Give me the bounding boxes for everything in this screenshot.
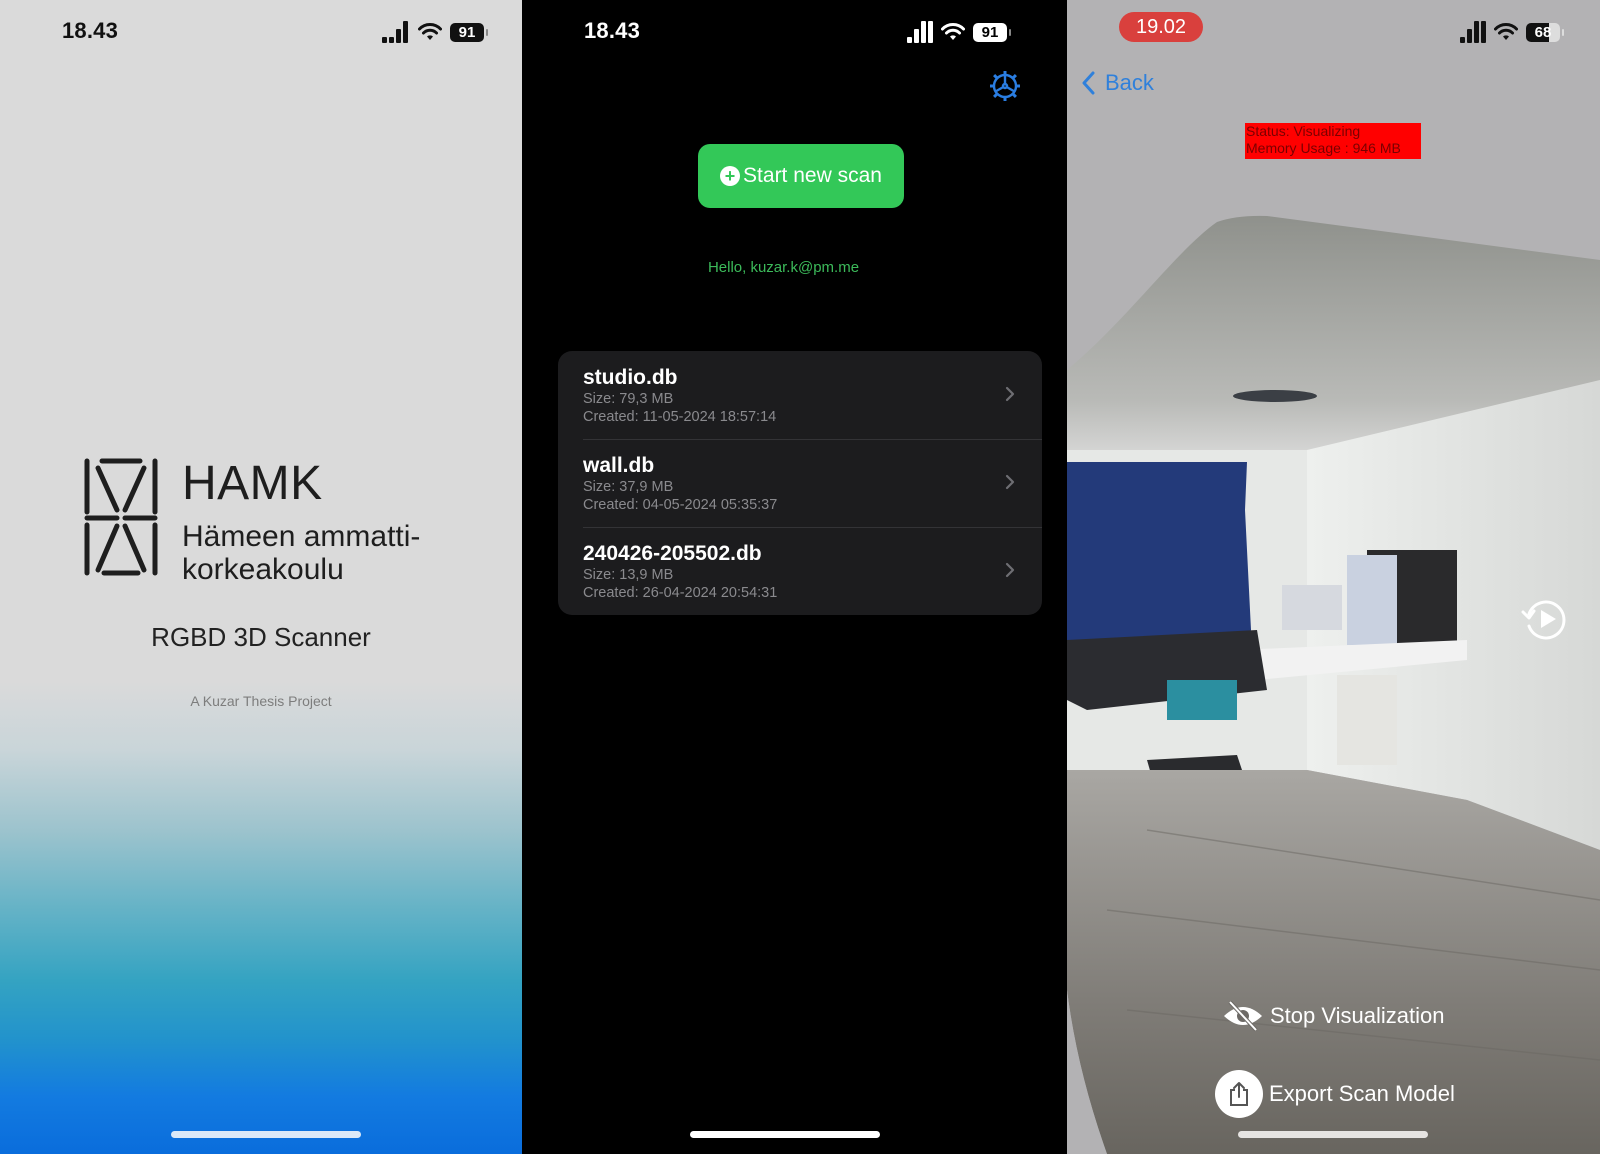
splash-screen: 18.43 91 HAMK Hämeen ammatti- korkeakoul… (0, 0, 522, 1154)
brand-name: HAMK (182, 457, 323, 510)
app-title: RGBD 3D Scanner (151, 622, 371, 652)
file-list-item[interactable]: wall.db Size: 37,9 MB Created: 04-05-202… (558, 439, 1042, 527)
battery-icon: 91 (450, 22, 488, 42)
file-created: Created: 11-05-2024 18:57:14 (583, 409, 777, 425)
file-size: Size: 13,9 MB (583, 567, 674, 583)
screen-divider (1045, 0, 1067, 1154)
file-name: 240426-205502.db (583, 542, 762, 565)
scan-file-list: studio.db Size: 79,3 MB Created: 11-05-2… (558, 351, 1042, 615)
file-created: Created: 04-05-2024 05:35:37 (583, 497, 778, 513)
status-time: 18.43 (584, 18, 641, 43)
file-created: Created: 26-04-2024 20:54:31 (583, 585, 778, 601)
share-icon (1215, 1070, 1263, 1118)
cellular-signal-icon (382, 21, 410, 43)
brand-subtitle-line2: korkeakoulu (182, 553, 344, 586)
back-label: Back (1105, 70, 1154, 95)
file-size: Size: 79,3 MB (583, 391, 674, 407)
app-credit: A Kuzar Thesis Project (190, 693, 332, 709)
home-indicator[interactable] (1238, 1131, 1428, 1138)
wifi-icon (941, 23, 965, 40)
plus-circle-icon: + (720, 166, 741, 186)
wifi-icon (418, 23, 442, 40)
file-list-item[interactable]: 240426-205502.db Size: 13,9 MB Created: … (558, 527, 1042, 615)
greeting: Hello, kuzar.k@pm.me (707, 259, 860, 276)
chevron-left-icon (1082, 71, 1095, 95)
status-time: 18.43 (62, 18, 119, 43)
eye-slash-icon (1224, 1000, 1262, 1032)
replay-icon[interactable] (1520, 594, 1570, 644)
battery-icon: 91 (973, 22, 1011, 42)
status-bar: 18.43 91 (0, 0, 522, 62)
gear-icon[interactable] (989, 70, 1021, 102)
home-indicator[interactable] (171, 1131, 361, 1138)
home-indicator[interactable] (690, 1131, 880, 1138)
home-screen: 18.43 91 + Start new scan Hello, kuzar.k… (522, 0, 1045, 1154)
chevron-right-icon (1005, 386, 1015, 402)
file-name: studio.db (583, 366, 678, 389)
start-new-scan-label: Start new scan (743, 164, 882, 187)
stop-visualization-label: Stop Visualization (1270, 1003, 1445, 1028)
stop-visualization-button[interactable]: Stop Visualization (1222, 1000, 1445, 1032)
wifi-icon (1494, 23, 1518, 40)
brand-subtitle-line1: Hämeen ammatti- (182, 520, 421, 553)
brand-subtitle: Hämeen ammatti- korkeakoulu (182, 520, 420, 586)
viewer-screen: 19.02 68 Back Status: Visualizing Memory… (1045, 0, 1600, 1154)
hamk-logo-icon (84, 458, 158, 576)
file-size: Size: 37,9 MB (583, 479, 674, 495)
export-scan-model-button[interactable]: Export Scan Model (1215, 1070, 1455, 1118)
battery-icon: 68 (1526, 22, 1564, 42)
back-button[interactable]: Back (1081, 70, 1154, 96)
recording-time-pill[interactable]: 19.02 (1119, 12, 1203, 42)
file-list-item[interactable]: studio.db Size: 79,3 MB Created: 11-05-2… (558, 351, 1042, 439)
chevron-right-icon (1005, 474, 1015, 490)
status-overlay: Status: Visualizing Memory Usage : 946 M… (1245, 123, 1421, 159)
file-name: wall.db (583, 454, 655, 477)
status-bar: 18.43 91 (522, 0, 1045, 62)
start-new-scan-button[interactable]: + Start new scan (698, 144, 904, 208)
status-text: Status: Visualizing (1246, 123, 1361, 139)
cellular-signal-icon (1460, 21, 1486, 43)
memory-usage-text: Memory Usage : 946 MB (1246, 140, 1401, 156)
chevron-right-icon (1005, 562, 1015, 578)
status-bar: 19.02 68 (1045, 0, 1600, 62)
cellular-signal-icon (907, 21, 933, 43)
export-scan-model-label: Export Scan Model (1269, 1081, 1455, 1106)
